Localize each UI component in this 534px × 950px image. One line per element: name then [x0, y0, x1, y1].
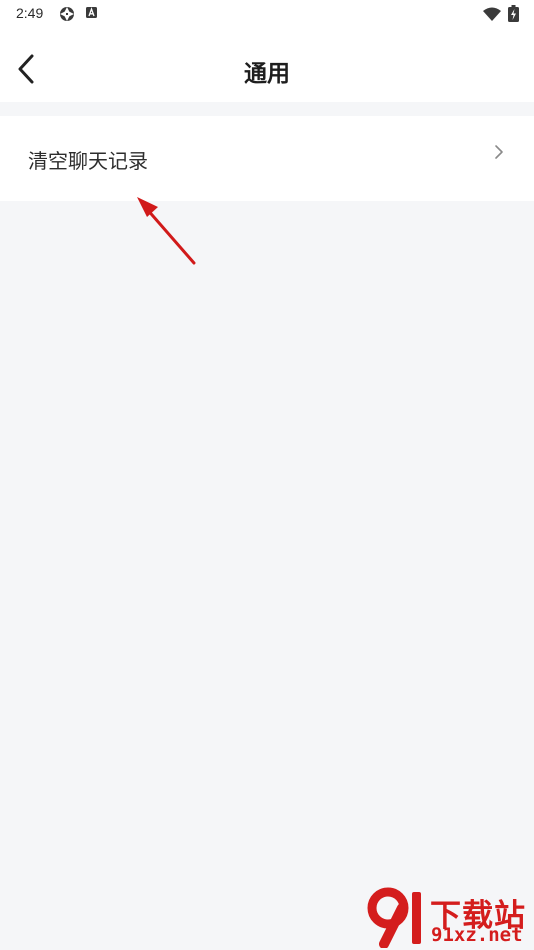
top-panel: 2:49 通用: [0, 0, 534, 102]
wifi-icon: [483, 7, 501, 21]
watermark: 下载站 91xz.net: [362, 886, 532, 948]
chevron-right-icon: [495, 145, 503, 159]
clear-chat-history-item[interactable]: 清空聊天记录: [0, 116, 534, 201]
aperture-icon: [60, 7, 74, 21]
watermark-logo: [367, 887, 421, 948]
clear-chat-history-label: 清空聊天记录: [28, 149, 148, 173]
settings-list: 清空聊天记录: [0, 116, 534, 201]
navigation-bar: 通用: [0, 36, 534, 102]
battery-charging-icon: [508, 5, 519, 22]
status-time: 2:49: [16, 5, 44, 21]
watermark-domain: 91xz.net: [431, 924, 523, 946]
page-title: 通用: [244, 61, 290, 87]
status-bar: 2:49: [0, 0, 534, 28]
a-badge-icon: [86, 7, 97, 18]
annotation-arrow: [137, 197, 196, 265]
